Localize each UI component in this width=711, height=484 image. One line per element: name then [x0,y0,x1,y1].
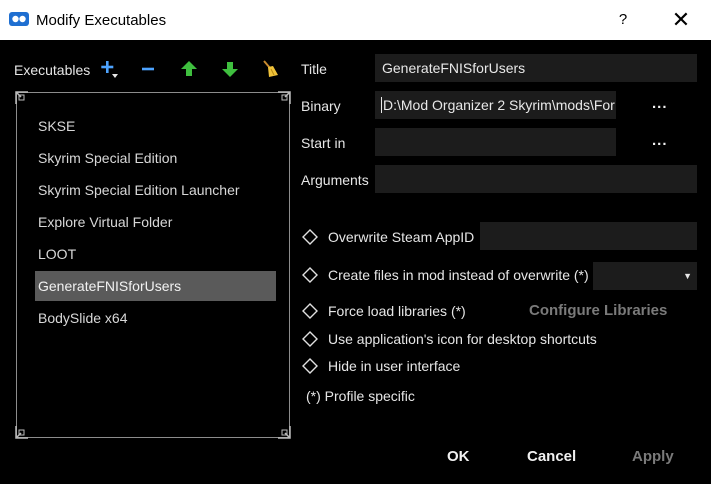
frame-corner-top-right [277,91,291,105]
move-up-button[interactable] [178,58,200,80]
cancel-button[interactable]: Cancel [527,448,576,465]
hide-in-ui-label: Hide in user interface [328,358,461,374]
text-caret [381,97,382,113]
add-executable-button[interactable] [98,58,120,80]
start-in-browse-button[interactable]: ... [652,132,668,149]
profile-specific-note: (*) Profile specific [306,388,415,404]
create-files-in-mod-checkbox[interactable]: Create files in mod instead of overwrite… [302,264,589,286]
plus-dropdown-icon [101,61,118,78]
window-title: Modify Executables [36,12,167,29]
list-item[interactable]: LOOT [35,239,276,269]
frame-corner-top-left [15,91,29,105]
binary-label: Binary [301,98,341,114]
title-label: Title [301,61,327,77]
mod-select-dropdown[interactable]: ▼ [593,262,697,290]
move-down-button[interactable] [219,58,241,80]
arguments-label: Arguments [301,172,369,188]
apply-button[interactable]: Apply [632,448,674,465]
binary-input[interactable]: D:\Mod Organizer 2 Skyrim\mods\For [375,91,616,119]
start-in-input[interactable] [375,128,616,156]
overwrite-steam-appid-label: Overwrite Steam AppID [328,229,475,245]
steam-appid-input[interactable] [480,222,697,250]
hide-in-ui-checkbox[interactable]: Hide in user interface [302,355,460,377]
executables-list: SKSE Skyrim Special Edition Skyrim Speci… [15,91,291,439]
broom-icon [263,60,278,77]
arrow-down-icon [222,62,238,77]
list-item[interactable]: SKSE [35,111,276,141]
overwrite-steam-appid-checkbox[interactable]: Overwrite Steam AppID [302,226,474,248]
diamond-checkbox-icon [302,331,318,347]
diamond-checkbox-icon [302,229,318,245]
title-input[interactable]: GenerateFNISforUsers [375,54,697,82]
frame-corner-bottom-left [15,425,29,439]
clear-button[interactable] [259,58,281,80]
close-button[interactable]: ✕ [658,0,704,40]
use-app-icon-label: Use application's icon for desktop short… [328,331,597,347]
force-load-libraries-label: Force load libraries (*) [328,303,466,319]
arguments-input[interactable] [375,165,697,193]
frame-corner-bottom-right [277,425,291,439]
mod-organizer-icon [9,12,29,26]
help-button[interactable]: ? [600,0,646,40]
title-bar: Modify Executables ? ✕ [0,0,711,40]
create-files-in-mod-label: Create files in mod instead of overwrite… [328,267,589,283]
start-in-label: Start in [301,135,346,151]
ok-button[interactable]: OK [447,448,470,465]
dropdown-arrow-icon: ▼ [683,271,692,281]
executables-label: Executables [14,62,91,78]
list-item[interactable]: Skyrim Special Edition Launcher [35,175,276,205]
diamond-checkbox-icon [302,303,318,319]
list-item-selected[interactable]: GenerateFNISforUsers [35,271,276,301]
remove-executable-button[interactable] [137,58,159,80]
minus-icon [142,67,154,71]
use-app-icon-checkbox[interactable]: Use application's icon for desktop short… [302,328,597,350]
configure-libraries-button[interactable]: Configure Libraries [529,302,667,319]
binary-browse-button[interactable]: ... [652,95,668,112]
arrow-up-icon [181,61,197,76]
force-load-libraries-checkbox[interactable]: Force load libraries (*) [302,300,466,322]
list-item[interactable]: BodySlide x64 [35,303,276,333]
list-item[interactable]: Explore Virtual Folder [35,207,276,237]
list-item[interactable]: Skyrim Special Edition [35,143,276,173]
diamond-checkbox-icon [302,267,318,283]
diamond-checkbox-icon [302,358,318,374]
